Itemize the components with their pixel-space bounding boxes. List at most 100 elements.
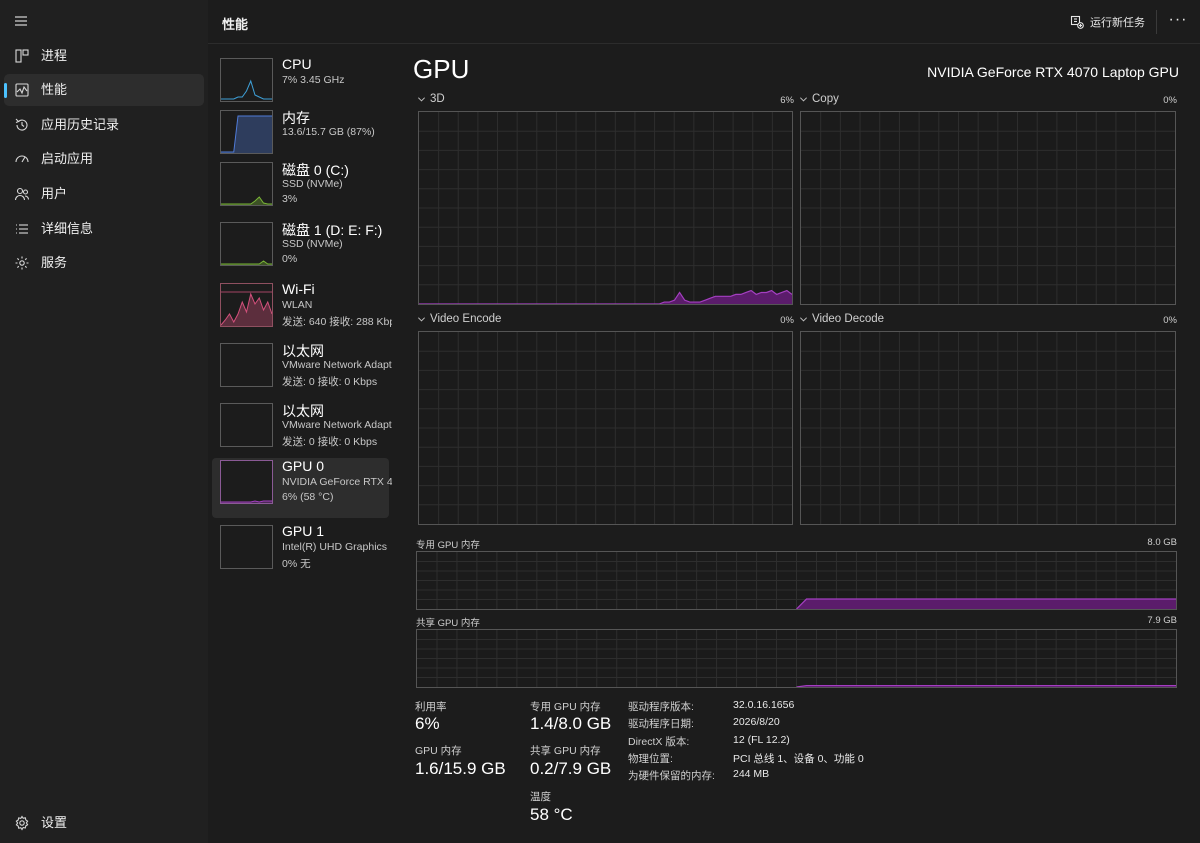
hamburger-menu-icon[interactable] xyxy=(12,11,32,31)
gpu-title: GPU xyxy=(413,54,470,84)
engine-percent: 0% xyxy=(1163,95,1177,106)
directx-version-label: DirectX 版本: xyxy=(628,736,690,748)
device-item-cpu-0[interactable]: CPU 7% 3.45 GHz xyxy=(212,56,389,116)
settings-gear-icon xyxy=(14,815,30,831)
sidebar-item-label: 设置 xyxy=(41,815,68,830)
dedicated-memory-stat-label: 专用 GPU 内存 xyxy=(530,701,601,713)
sidebar-item-processes[interactable]: 进程 xyxy=(4,40,204,72)
gpu-memory-label: GPU 内存 xyxy=(415,745,462,757)
driver-date-label: 驱动程序日期: xyxy=(628,718,694,730)
graph-canvas xyxy=(419,332,792,524)
device-subtitle: 13.6/15.7 GB (87%) xyxy=(282,126,375,138)
device-item--0-c--2[interactable]: 磁盘 0 (C:) SSD (NVMe) 3% xyxy=(212,160,389,220)
dedicated-memory-stat-value: 1.4/8.0 GB xyxy=(530,714,612,733)
active-indicator xyxy=(4,83,7,98)
device-subtitle: SSD (NVMe) xyxy=(282,178,343,190)
engine-selector-video-decode[interactable]: Video Decode xyxy=(799,313,884,325)
device-name: 磁盘 1 (D: E: F:) xyxy=(282,222,383,238)
device-thumbnail-graph xyxy=(220,403,273,447)
device-detail: 0% 无 xyxy=(282,558,311,570)
physical-location-label: 物理位置: xyxy=(628,753,673,765)
device-item---5[interactable]: 以太网 VMware Network Adapter 发送: 0 接收: 0 Kbp… xyxy=(212,341,392,401)
device-thumbnail-graph xyxy=(220,162,273,206)
reserved-memory-label: 为硬件保留的内存: xyxy=(628,770,715,782)
processes-icon xyxy=(14,48,30,64)
device-detail: 0% xyxy=(282,253,298,265)
sidebar: 进程 性能 应用历史记录 启动应用 用户 详细信息 服务 设置 xyxy=(0,0,208,843)
device-name: 以太网 xyxy=(282,403,324,419)
run-new-task-button[interactable]: 运行新任务 xyxy=(1066,10,1149,34)
device-item---6[interactable]: 以太网 VMware Network Adapter 发送: 0 接收: 0 Kbp… xyxy=(212,401,392,461)
graph-canvas xyxy=(417,630,1176,687)
device-detail: 发送: 0 接收: 0 Kbps xyxy=(282,436,378,448)
driver-date-value: 2026/8/20 xyxy=(733,716,780,728)
sidebar-item-label: 启动应用 xyxy=(41,151,94,166)
device-item-gpu-1-8[interactable]: GPU 1 Intel(R) UHD Graphics 0% 无 xyxy=(212,523,389,583)
graph-canvas xyxy=(419,112,792,304)
device-item--1-d-e-f--3[interactable]: 磁盘 1 (D: E: F:) SSD (NVMe) 0% xyxy=(212,220,389,280)
engine-selector-copy[interactable]: Copy xyxy=(799,93,839,105)
page-title: 性能 xyxy=(222,17,249,32)
engine-selector-video-encode[interactable]: Video Encode xyxy=(417,313,501,325)
device-thumbnail-graph xyxy=(220,58,273,102)
sidebar-item-startup[interactable]: 启动应用 xyxy=(4,143,204,175)
graph-canvas xyxy=(801,112,1175,304)
sidebar-item-users[interactable]: 用户 xyxy=(4,178,204,210)
sidebar-item-performance[interactable]: 性能 xyxy=(4,74,204,106)
device-detail: 6% (58 °C) xyxy=(282,491,334,503)
device-subtitle: Intel(R) UHD Graphics xyxy=(282,541,388,553)
device-subtitle: SSD (NVMe) xyxy=(282,238,343,250)
sidebar-item-services[interactable]: 服务 xyxy=(4,247,204,279)
device-thumbnail-graph xyxy=(220,222,273,266)
engine-percent: 6% xyxy=(780,95,794,106)
graph-video-decode xyxy=(800,331,1176,525)
sidebar-item-label: 用户 xyxy=(41,186,68,201)
device-item-gpu-0-7[interactable]: GPU 0 NVIDIA GeForce RTX 4070 Laptop GPU 6… xyxy=(212,458,392,518)
device-name: CPU xyxy=(282,56,312,72)
device-detail: 发送: 0 接收: 0 Kbps xyxy=(282,376,378,388)
device-item-wi-fi-4[interactable]: Wi-Fi WLAN 发送: 640 接收: 288 Kbps xyxy=(212,281,392,341)
services-icon xyxy=(14,255,30,271)
driver-version-label: 驱动程序版本: xyxy=(628,701,694,713)
startup-icon xyxy=(14,151,30,167)
gpu-memory-value: 1.6/15.9 GB xyxy=(415,759,506,778)
graph-canvas xyxy=(801,332,1175,524)
chevron-down-icon xyxy=(417,316,426,322)
new-task-icon xyxy=(1070,15,1084,29)
graph-dedicated-memory xyxy=(416,551,1177,610)
device-thumbnail-graph xyxy=(220,283,273,327)
shared-memory-label: 共享 GPU 内存 xyxy=(416,618,480,629)
device-subtitle: VMware Network Adapter xyxy=(282,359,392,371)
shared-memory-stat-label: 共享 GPU 内存 xyxy=(530,745,601,757)
memory-area xyxy=(796,599,1176,609)
sidebar-item-details[interactable]: 详细信息 xyxy=(4,213,204,245)
physical-location-value: PCI 总线 1、设备 0、功能 0 xyxy=(733,753,864,765)
device-subtitle: WLAN xyxy=(282,299,313,311)
engine-percent: 0% xyxy=(1163,315,1177,326)
dedicated-memory-max: 8.0 GB xyxy=(1147,537,1177,548)
sidebar-item-label: 详细信息 xyxy=(41,221,94,236)
chevron-down-icon xyxy=(417,96,426,102)
engine-label: Video Encode xyxy=(430,313,502,325)
sidebar-item-app-history[interactable]: 应用历史记录 xyxy=(4,109,204,141)
reserved-memory-value: 244 MB xyxy=(733,768,770,780)
engine-selector-3d[interactable]: 3D xyxy=(417,93,445,105)
driver-version-value: 32.0.16.1656 xyxy=(733,699,795,711)
device-name: Wi-Fi xyxy=(282,281,315,297)
utilization-value: 6% xyxy=(415,714,440,733)
details-icon xyxy=(14,221,30,237)
engine-label: 3D xyxy=(430,93,445,105)
device-name: 以太网 xyxy=(282,343,324,359)
device-detail: 3% xyxy=(282,193,298,205)
run-new-task-label: 运行新任务 xyxy=(1090,17,1145,29)
more-options-button[interactable]: ··· xyxy=(1166,10,1190,34)
header-separator xyxy=(208,43,1200,44)
device-item---1[interactable]: 内存 13.6/15.7 GB (87%) xyxy=(212,108,389,168)
graph-shared-memory xyxy=(416,629,1177,688)
graph-video-encode xyxy=(418,331,793,525)
utilization-label: 利用率 xyxy=(415,701,447,713)
sidebar-item-label: 应用历史记录 xyxy=(41,117,120,132)
sidebar-item-settings[interactable]: 设置 xyxy=(4,807,204,839)
device-thumbnail-graph xyxy=(220,343,273,387)
gpu-model-name: NVIDIA GeForce RTX 4070 Laptop GPU xyxy=(927,64,1179,80)
